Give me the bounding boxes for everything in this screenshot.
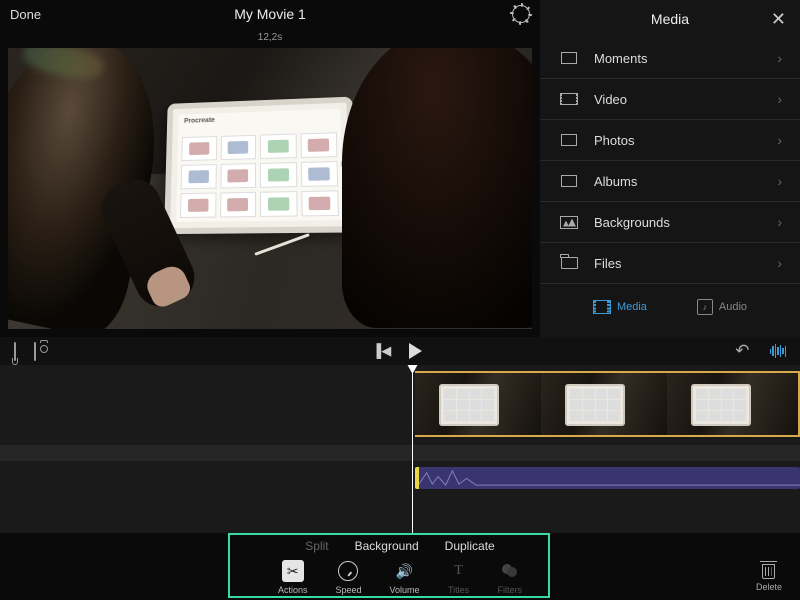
tool-filters[interactable]: Filters [498,560,523,595]
camera-icon[interactable] [34,343,36,360]
filmstrip-icon [558,91,580,107]
chevron-right-icon: › [777,50,782,66]
project-title: My Movie 1 [234,6,306,22]
square-icon [558,50,580,66]
video-clip[interactable] [667,371,800,437]
skip-to-start-icon[interactable]: ▐◀ [372,343,391,359]
filmstrip-icon [593,300,611,314]
media-item-files[interactable]: Files› [540,243,800,284]
media-item-backgrounds[interactable]: Backgrounds› [540,202,800,243]
mode-duplicate[interactable]: Duplicate [445,539,495,553]
clip-edit-toolbar: Split Background Duplicate ✂Actions Spee… [0,533,800,600]
filters-icon [499,560,521,582]
tool-titles[interactable]: TTitles [448,560,470,595]
transport-controls: ▐◀ ↶ [0,337,800,365]
tab-audio[interactable]: Audio [697,299,747,315]
time-indicator: 12,2s [258,32,282,43]
media-item-moments[interactable]: Moments› [540,38,800,79]
preview-pane: Done My Movie 1 12,2s Procreate [0,0,540,337]
speaker-icon: 🔊 [394,560,416,582]
tool-volume[interactable]: 🔊Volume [390,560,420,595]
media-item-photos[interactable]: Photos› [540,120,800,161]
chevron-right-icon: › [777,255,782,271]
mode-background[interactable]: Background [355,539,419,553]
media-panel: Media ✕ Moments› Video› Photos› Albums› … [540,0,800,337]
mode-split[interactable]: Split [305,539,328,553]
delete-button[interactable]: Delete [756,564,782,592]
video-clip[interactable] [541,371,667,437]
folder-icon [558,255,580,271]
backgrounds-icon [558,214,580,230]
trash-icon [762,564,775,579]
tool-actions[interactable]: ✂Actions [278,560,308,595]
square-icon [558,132,580,148]
chevron-right-icon: › [777,91,782,107]
close-icon[interactable]: ✕ [771,9,786,30]
undo-icon[interactable]: ↶ [735,341,749,361]
tool-speed[interactable]: Speed [335,560,361,595]
square-icon [558,173,580,189]
tab-media[interactable]: Media [593,300,647,314]
microphone-icon[interactable] [14,343,16,360]
timeline[interactable]: Recording 2 [0,365,800,533]
media-item-video[interactable]: Video› [540,79,800,120]
play-icon[interactable] [409,343,422,359]
chevron-right-icon: › [777,214,782,230]
chevron-right-icon: › [777,173,782,189]
media-panel-title: Media [651,11,689,27]
done-button[interactable]: Done [10,7,41,22]
video-clip[interactable] [415,371,541,437]
chevron-right-icon: › [777,132,782,148]
text-icon: T [448,560,470,582]
speedometer-icon [337,560,359,582]
media-category-list: Moments› Video› Photos› Albums› Backgrou… [540,38,800,284]
waveform-toggle-icon[interactable] [770,344,787,358]
video-track[interactable] [415,371,800,437]
audio-clip[interactable]: Recording 2 [415,467,800,489]
media-item-albums[interactable]: Albums› [540,161,800,202]
playhead[interactable] [412,365,413,533]
scissors-icon: ✂ [282,560,304,582]
music-note-icon [697,299,713,315]
settings-gear-icon[interactable] [512,5,530,23]
video-preview[interactable]: Procreate [8,48,532,329]
